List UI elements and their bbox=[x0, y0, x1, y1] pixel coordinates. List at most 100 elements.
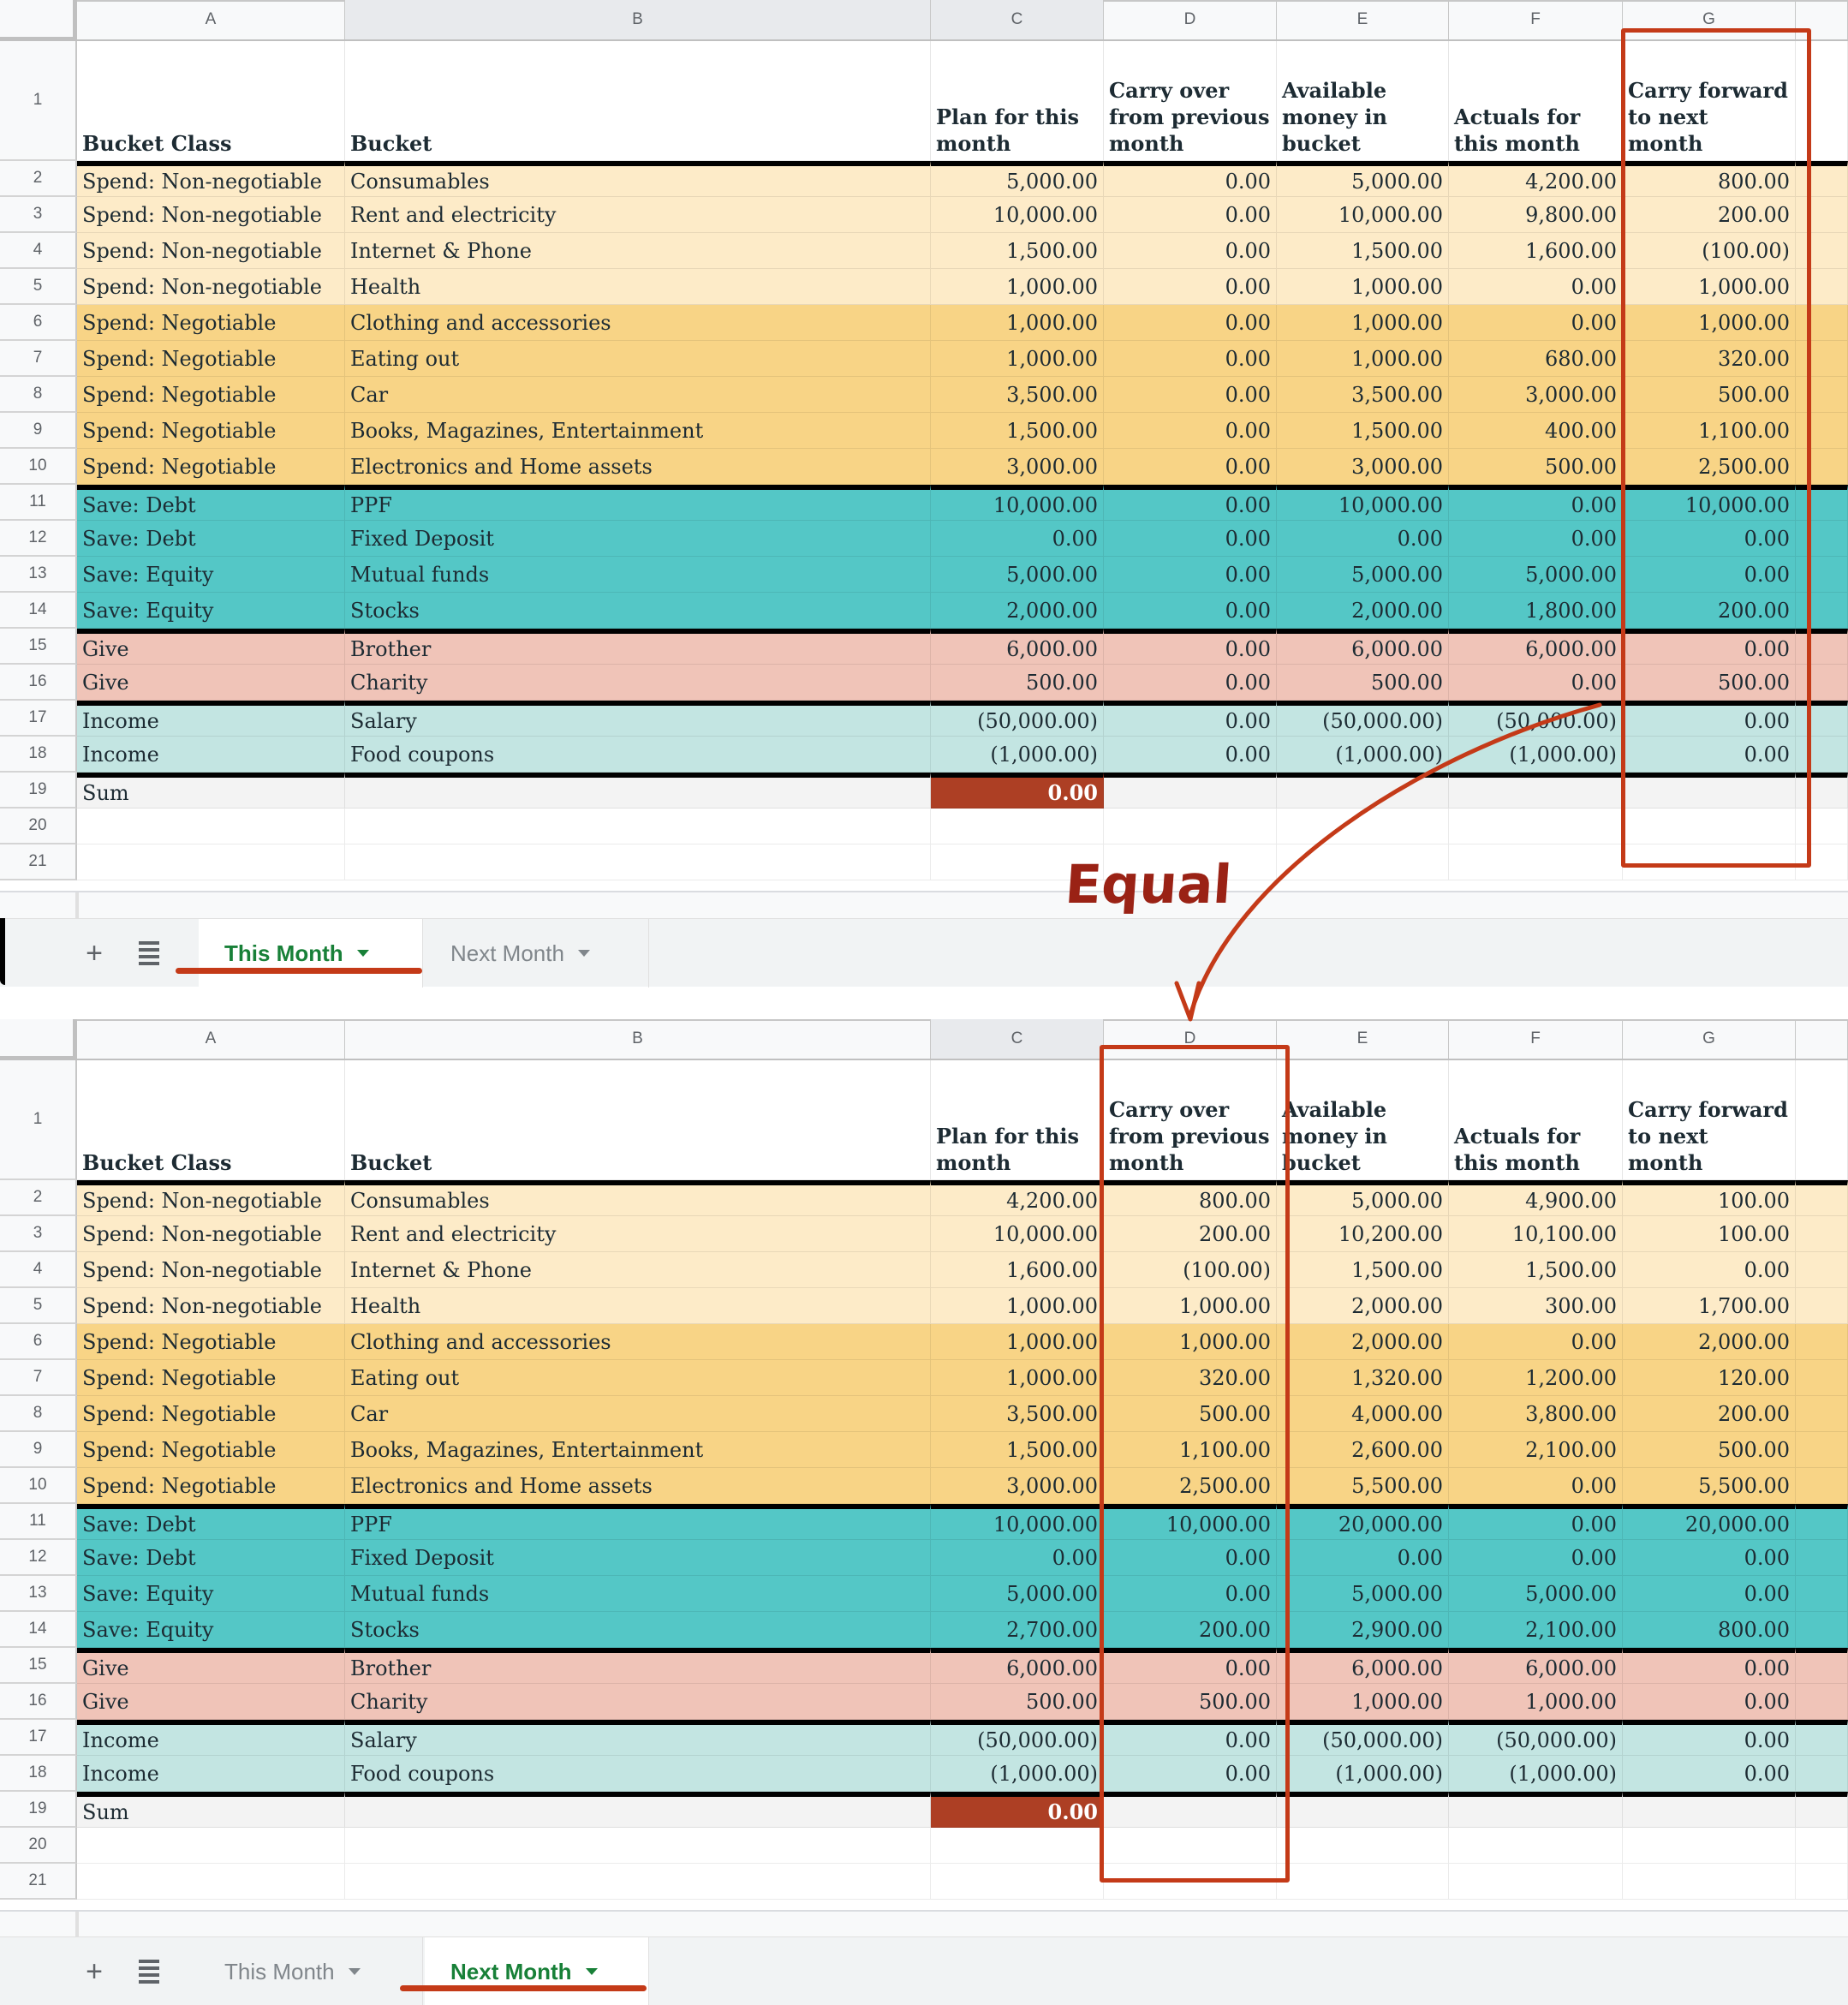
cell-empty[interactable] bbox=[1796, 1612, 1848, 1648]
cell-bucket[interactable] bbox=[345, 773, 931, 809]
cell-bucket-class[interactable]: Save: Debt bbox=[77, 485, 345, 521]
header-carry-over[interactable]: Carry over from previous month bbox=[1104, 41, 1277, 161]
cell-bucket-class[interactable]: Spend: Negotiable bbox=[77, 1360, 345, 1396]
cell-plan[interactable]: 3,500.00 bbox=[931, 1396, 1104, 1432]
cell-plan[interactable]: (50,000.00) bbox=[931, 701, 1104, 737]
cell-carry-forward[interactable]: 20,000.00 bbox=[1623, 1504, 1796, 1540]
cell-bucket[interactable]: Food coupons bbox=[345, 737, 931, 773]
cell-empty[interactable] bbox=[1796, 1684, 1848, 1720]
cell-carry-over[interactable]: 0.00 bbox=[1104, 485, 1277, 521]
cell-plan[interactable]: 1,000.00 bbox=[931, 1324, 1104, 1360]
header-actuals[interactable]: Actuals for this month bbox=[1449, 1060, 1623, 1180]
cell-available[interactable]: 3,500.00 bbox=[1277, 377, 1449, 413]
cell-actuals[interactable]: 680.00 bbox=[1449, 341, 1623, 377]
cell-actuals[interactable]: (50,000.00) bbox=[1449, 701, 1623, 737]
cell-carry-forward[interactable]: 5,500.00 bbox=[1623, 1468, 1796, 1504]
cell-bucket[interactable] bbox=[345, 844, 931, 880]
cell-empty[interactable] bbox=[1796, 269, 1848, 305]
cell-empty[interactable] bbox=[1796, 233, 1848, 269]
header-carry-over[interactable]: Carry over from previous month bbox=[1104, 1060, 1277, 1180]
cell-plan[interactable]: 1,000.00 bbox=[931, 305, 1104, 341]
cell-actuals[interactable]: 1,200.00 bbox=[1449, 1360, 1623, 1396]
header-available[interactable]: Available money in bucket bbox=[1277, 1060, 1449, 1180]
cell-bucket-class[interactable]: Save: Equity bbox=[77, 1576, 345, 1612]
column-header-d[interactable]: D bbox=[1104, 1019, 1277, 1059]
cell-carry-forward[interactable]: 100.00 bbox=[1623, 1216, 1796, 1252]
cell-carry-over[interactable]: 500.00 bbox=[1104, 1396, 1277, 1432]
cell-carry-over[interactable]: 0.00 bbox=[1104, 233, 1277, 269]
cell-available[interactable]: 1,500.00 bbox=[1277, 1252, 1449, 1288]
cell-available[interactable]: (50,000.00) bbox=[1277, 701, 1449, 737]
header-plan[interactable]: Plan for this month bbox=[931, 1060, 1104, 1180]
cell-available[interactable]: (1,000.00) bbox=[1277, 1756, 1449, 1792]
cell-empty[interactable] bbox=[1796, 1720, 1848, 1756]
cell-empty[interactable] bbox=[1796, 1576, 1848, 1612]
cell-empty[interactable] bbox=[1796, 1504, 1848, 1540]
column-header-c[interactable]: C bbox=[931, 0, 1104, 39]
cell-carry-over[interactable]: 500.00 bbox=[1104, 1684, 1277, 1720]
cell-available[interactable]: 2,000.00 bbox=[1277, 593, 1449, 629]
cell-carry-forward[interactable] bbox=[1623, 773, 1796, 809]
header-empty[interactable] bbox=[1796, 1060, 1848, 1180]
cell-plan[interactable]: (1,000.00) bbox=[931, 737, 1104, 773]
cell-available[interactable]: 1,000.00 bbox=[1277, 269, 1449, 305]
cell-actuals[interactable]: 3,000.00 bbox=[1449, 377, 1623, 413]
cell-carry-over[interactable]: 0.00 bbox=[1104, 413, 1277, 449]
cell-bucket[interactable]: Electronics and Home assets bbox=[345, 1468, 931, 1504]
cell-available[interactable] bbox=[1277, 1828, 1449, 1864]
cell-available[interactable]: 1,000.00 bbox=[1277, 1684, 1449, 1720]
cell-available[interactable]: 3,000.00 bbox=[1277, 449, 1449, 485]
cell-empty[interactable] bbox=[1796, 1756, 1848, 1792]
row-number[interactable]: 18 bbox=[0, 1756, 77, 1792]
cell-empty[interactable] bbox=[1796, 1360, 1848, 1396]
cell-available[interactable]: 2,000.00 bbox=[1277, 1288, 1449, 1324]
cell-available[interactable]: 10,000.00 bbox=[1277, 197, 1449, 233]
cell-available[interactable] bbox=[1277, 844, 1449, 880]
cell-carry-over[interactable]: 2,500.00 bbox=[1104, 1468, 1277, 1504]
caret-down-icon[interactable] bbox=[577, 950, 590, 957]
cell-carry-over[interactable]: 0.00 bbox=[1104, 1648, 1277, 1684]
cell-empty[interactable] bbox=[1796, 1648, 1848, 1684]
cell-bucket[interactable]: Electronics and Home assets bbox=[345, 449, 931, 485]
cell-bucket[interactable]: Charity bbox=[345, 665, 931, 701]
cell-actuals[interactable]: 0.00 bbox=[1449, 1504, 1623, 1540]
cell-carry-over[interactable]: 0.00 bbox=[1104, 1756, 1277, 1792]
cell-carry-forward[interactable]: 2,500.00 bbox=[1623, 449, 1796, 485]
cell-carry-forward[interactable]: 800.00 bbox=[1623, 161, 1796, 197]
cell-empty[interactable] bbox=[1796, 1468, 1848, 1504]
cell-plan[interactable]: 500.00 bbox=[931, 665, 1104, 701]
cell-empty[interactable] bbox=[1796, 305, 1848, 341]
cell-plan[interactable]: 3,500.00 bbox=[931, 377, 1104, 413]
cell-actuals[interactable]: 0.00 bbox=[1449, 485, 1623, 521]
cell-bucket-class[interactable]: Spend: Negotiable bbox=[77, 341, 345, 377]
cell-carry-over[interactable]: 1,100.00 bbox=[1104, 1432, 1277, 1468]
cell-actuals[interactable]: 0.00 bbox=[1449, 1540, 1623, 1576]
cell-bucket[interactable]: Fixed Deposit bbox=[345, 1540, 931, 1576]
cell-empty[interactable] bbox=[1796, 701, 1848, 737]
header-bucket[interactable]: Bucket bbox=[345, 41, 931, 161]
cell-empty[interactable] bbox=[1796, 1828, 1848, 1864]
cell-plan[interactable]: 6,000.00 bbox=[931, 629, 1104, 665]
cell-carry-forward[interactable]: 0.00 bbox=[1623, 557, 1796, 593]
cell-actuals[interactable]: 0.00 bbox=[1449, 665, 1623, 701]
cell-bucket-class[interactable]: Spend: Negotiable bbox=[77, 1324, 345, 1360]
select-all-corner[interactable] bbox=[0, 0, 77, 41]
column-header-b[interactable]: B bbox=[345, 0, 931, 39]
row-number[interactable]: 3 bbox=[0, 197, 77, 233]
cell-carry-forward[interactable]: 200.00 bbox=[1623, 1396, 1796, 1432]
row-number[interactable]: 14 bbox=[0, 593, 77, 629]
cell-carry-forward[interactable] bbox=[1623, 1828, 1796, 1864]
cell-plan[interactable]: 1,500.00 bbox=[931, 413, 1104, 449]
cell-bucket-class[interactable] bbox=[77, 1828, 345, 1864]
row-number[interactable]: 16 bbox=[0, 665, 77, 701]
cell-bucket-class[interactable]: Spend: Negotiable bbox=[77, 1432, 345, 1468]
cell-bucket-class[interactable]: Save: Debt bbox=[77, 521, 345, 557]
cell-bucket-class[interactable]: Income bbox=[77, 737, 345, 773]
cell-carry-forward[interactable]: 0.00 bbox=[1623, 1252, 1796, 1288]
cell-actuals[interactable]: 0.00 bbox=[1449, 305, 1623, 341]
header-carry-forward[interactable]: Carry forward to next month bbox=[1623, 1060, 1796, 1180]
header-bucket-class[interactable]: Bucket Class bbox=[77, 1060, 345, 1180]
row-number[interactable]: 21 bbox=[0, 844, 77, 880]
cell-carry-over[interactable]: 0.00 bbox=[1104, 1576, 1277, 1612]
cell-carry-forward[interactable]: 320.00 bbox=[1623, 341, 1796, 377]
